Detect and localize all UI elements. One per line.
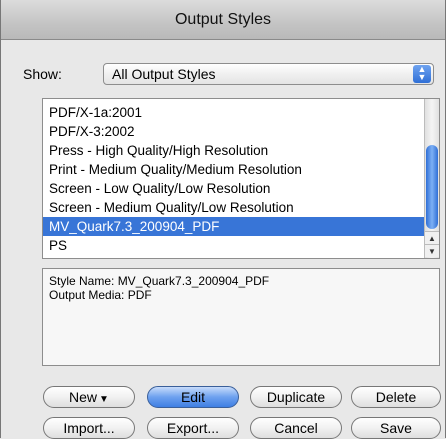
duplicate-button[interactable]: Duplicate xyxy=(250,386,342,408)
edit-button[interactable]: Edit xyxy=(147,386,239,408)
list-scrollbar[interactable]: ▲ ▼ xyxy=(424,99,439,258)
scroll-up-arrow-icon[interactable]: ▲ xyxy=(425,231,439,244)
delete-button[interactable]: Delete xyxy=(351,386,441,408)
style-info-box: Style Name: MV_Quark7.3_200904_PDF Outpu… xyxy=(42,268,440,366)
popup-updown-icon: ▲ ▼ xyxy=(413,65,431,83)
list-item[interactable]: Screen - Low Quality/Low Resolution xyxy=(43,179,425,198)
import-button[interactable]: Import... xyxy=(43,417,135,439)
output-styles-list[interactable]: PDF/X-1a:2001 PDF/X-3:2002 Press - High … xyxy=(42,98,440,259)
scroll-down-arrow-icon[interactable]: ▼ xyxy=(425,244,439,257)
output-styles-window: Output Styles Show: All Output Styles ▲ ▼… xyxy=(0,0,446,439)
style-name-text: Style Name: MV_Quark7.3_200904_PDF xyxy=(49,274,270,288)
show-popup-menu[interactable]: All Output Styles ▲ ▼ xyxy=(103,63,434,85)
new-button-label: New xyxy=(69,389,98,405)
new-button[interactable]: New ▼ xyxy=(43,386,135,408)
save-button-label: Save xyxy=(380,420,412,436)
edit-button-label: Edit xyxy=(180,389,206,405)
import-button-label: Import... xyxy=(63,420,115,436)
list-item[interactable]: Screen - Medium Quality/Low Resolution xyxy=(43,198,425,217)
save-button[interactable]: Save xyxy=(351,417,441,439)
list-item[interactable]: Print - Medium Quality/Medium Resolution xyxy=(43,160,425,179)
export-button[interactable]: Export... xyxy=(147,417,239,439)
list-item[interactable]: PDF/X-1a:2001 xyxy=(43,103,425,122)
show-label: Show: xyxy=(23,66,62,82)
list-item-selected[interactable]: MV_Quark7.3_200904_PDF xyxy=(43,217,425,236)
window-title: Output Styles xyxy=(174,11,272,28)
dropdown-caret-icon: ▼ xyxy=(99,394,109,405)
list-item[interactable]: PDF/X-3:2002 xyxy=(43,122,425,141)
scrollbar-thumb[interactable] xyxy=(426,145,438,229)
title-bar[interactable]: Output Styles xyxy=(1,0,445,40)
cancel-button-label: Cancel xyxy=(274,420,318,436)
list-item[interactable]: PS xyxy=(43,236,425,255)
delete-button-label: Delete xyxy=(375,389,417,405)
export-button-label: Export... xyxy=(166,420,220,436)
output-media-text: Output Media: PDF xyxy=(49,288,152,302)
show-popup-value: All Output Styles xyxy=(112,66,216,82)
duplicate-button-label: Duplicate xyxy=(266,389,326,405)
list-item[interactable]: Press - High Quality/High Resolution xyxy=(43,141,425,160)
cancel-button[interactable]: Cancel xyxy=(250,417,342,439)
